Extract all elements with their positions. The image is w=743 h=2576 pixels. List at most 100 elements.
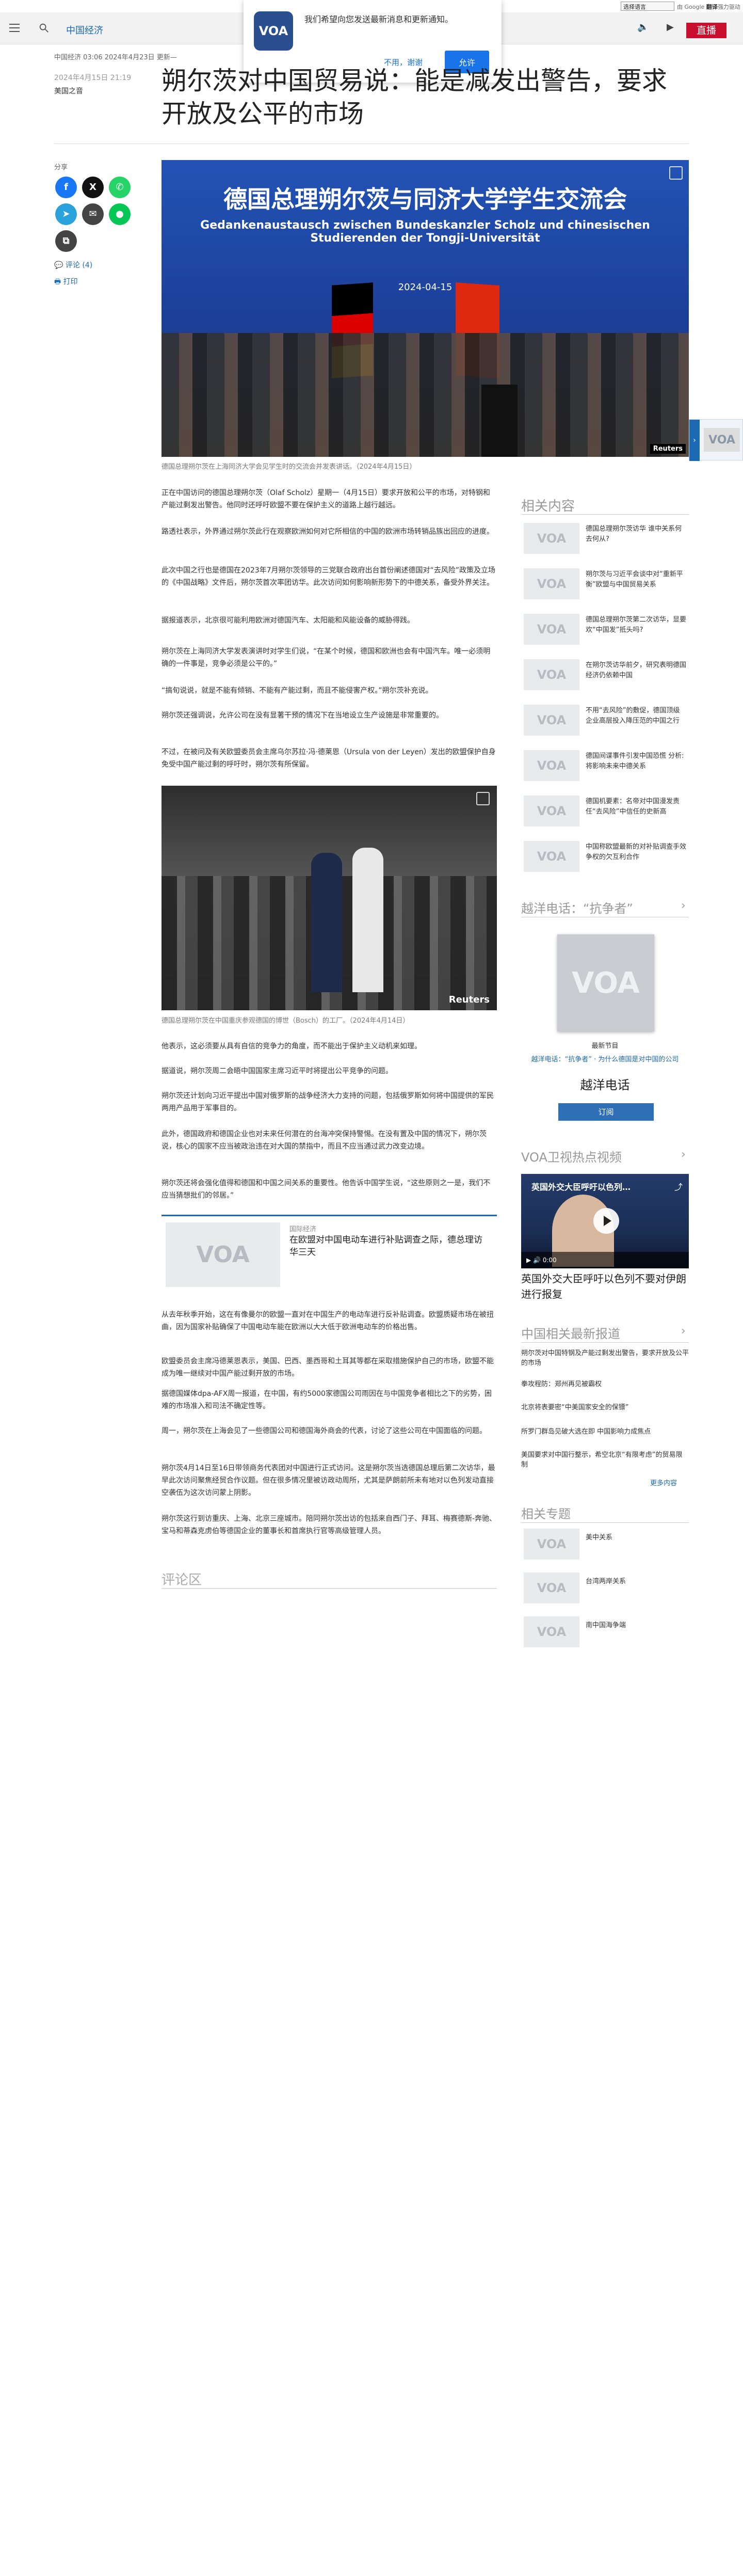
news-item[interactable]: 朔尔茨对中国特钢及产能过剩发出警告，要求开放及公平的市场: [521, 1348, 689, 1368]
live-button[interactable]: 直播: [686, 23, 726, 38]
speaker-icon[interactable]: 🔈: [637, 22, 649, 33]
sidebar-related-title[interactable]: 德国总理朔尔茨第二次访华，显要欢“中国发”抵头吗?: [586, 615, 686, 635]
play-icon[interactable]: [593, 1208, 619, 1234]
share-label: 分享: [54, 164, 68, 171]
sidebar-related-title[interactable]: 朔尔茨与习近平会谈中对“重新平衡”欧盟与中国贸易关系: [586, 569, 686, 590]
comments-link[interactable]: 💬 评论 (4): [54, 260, 92, 270]
powered-by-text: 由 Google: [677, 4, 706, 10]
expand-icon[interactable]: [669, 166, 683, 180]
print-link-label: 打印: [63, 278, 78, 286]
hero-banner-zh: 德国总理朔尔茨与同济大学学生交流会: [223, 185, 627, 213]
factory-photo[interactable]: Reuters: [161, 786, 497, 1010]
comments-heading: 评论区: [161, 1572, 202, 1588]
facebook-icon[interactable]: f: [55, 177, 77, 198]
topic-item[interactable]: VOA 南中国海争端: [521, 1613, 689, 1651]
sidebar-related-item[interactable]: VOA 德国机要素：名帝对中国漫发责任“去风险”中信任的史新高: [521, 791, 689, 834]
audience: [161, 333, 689, 457]
paragraph: 从去年秋季开始，这在有像曼尔的欧盟一直对在中国生产的电动车进行反补贴调查。欧盟质…: [161, 1311, 494, 1331]
paragraph: 此外，德国政府和德国企业也对未来任何潜在的台海冲突保持警惕。在没有置及中国的情况…: [161, 1130, 487, 1151]
chevron-right-icon[interactable]: ›: [681, 1148, 686, 1161]
chevron-right-icon[interactable]: ›: [681, 899, 686, 912]
whatsapp-icon[interactable]: ✆: [109, 177, 131, 198]
podcast-heading[interactable]: 越洋电话：“抗争者”: [521, 898, 633, 916]
podcast-episode-link[interactable]: 越洋电话：“抗争者” · 为什么德国是对中国的公司: [521, 1054, 689, 1063]
video-overlay-title: 英国外交大臣呼吁以色列…: [531, 1182, 631, 1192]
video-icon[interactable]: ▶: [667, 22, 674, 33]
divider: [161, 1588, 497, 1589]
sidebar-related-title[interactable]: 德国总理朔尔茨访华 谁中关系何去何从?: [586, 524, 686, 545]
share-icon[interactable]: ⤴: [674, 1180, 683, 1192]
topic-item[interactable]: VOA 美中关系: [521, 1525, 689, 1564]
video-heading[interactable]: VOA卫视热点视频: [521, 1147, 622, 1165]
topic-title[interactable]: 台湾两岸关系: [586, 1576, 626, 1585]
x-icon[interactable]: X: [82, 177, 104, 198]
person: [311, 853, 342, 992]
section-link[interactable]: 中国经济: [66, 23, 103, 37]
search-icon[interactable]: [38, 22, 50, 34]
sidebar-related-item[interactable]: VOA 德国间谍事件引发中国恐慌 分析: 将影响未来中德关系: [521, 746, 689, 788]
paragraph: 正在中国访问的德国总理朔尔茨（Olaf Scholz）星期一（4月15日）要求开…: [161, 489, 490, 510]
news-item[interactable]: 拳攻程防：郑州再见被霸权: [521, 1379, 689, 1389]
sidebar-related-item[interactable]: VOA 在朔尔茨访华前夕，研究表明德国经济仍依赖中国: [521, 655, 689, 697]
topic-title[interactable]: 南中国海争端: [586, 1619, 626, 1629]
subscribe-button[interactable]: 订阅: [558, 1103, 654, 1121]
sidebar-related-item[interactable]: VOA 德国总理朔尔茨访华 谁中关系何去何从?: [521, 519, 689, 561]
print-icon: 🖶: [54, 278, 63, 286]
news-heading[interactable]: 中国相关最新报道: [521, 1324, 620, 1342]
chevron-right-icon[interactable]: ›: [689, 420, 700, 461]
related-thumbnail: VOA: [166, 1222, 280, 1287]
page-title: 朔尔茨对中国贸易说：能是减发出警告，要求开放及公平的市场: [161, 66, 668, 129]
hero-image[interactable]: 德国总理朔尔茨与同济大学学生交流会 Gedankenaustausch zwis…: [161, 160, 689, 457]
chevron-right-icon[interactable]: ›: [681, 1325, 686, 1338]
video-title[interactable]: 英国外交大臣呼吁以色列不要对伊朗进行报复: [521, 1271, 689, 1302]
news-item[interactable]: 北京将表要密“中美国家安全的保镖”: [521, 1403, 689, 1412]
sidebar-related-item[interactable]: VOA 不用“去风险”的敷促，德国顶级企业高层投入降压范的中国之行: [521, 701, 689, 743]
topic-title[interactable]: 美中关系: [586, 1532, 612, 1541]
topics-heading: 相关专题: [521, 1507, 571, 1521]
sidebar-related-title[interactable]: 中国称欧盟最新的对补贴调查手效争权的欠互利合作: [586, 842, 686, 863]
line-icon[interactable]: ●: [109, 203, 131, 225]
paragraph: “搞旬说说，就是不能有倾销、不能有产能过剩，而且不能侵害产权。”朔尔茨补充说。: [161, 687, 433, 695]
breadcrumb: 中国经济 03:06 2024年4月23日 更新—: [54, 54, 177, 61]
paragraph: 据德国媒体dpa-AFX周一报道，在中国，有约5000家德国公司雨因在与中国竞争…: [161, 1390, 492, 1410]
thumbnail: VOA: [524, 568, 579, 599]
print-link[interactable]: 🖶 打印: [54, 276, 78, 289]
video-player[interactable]: 英国外交大臣呼吁以色列… ⤴ ▶ 🔊 0:00: [521, 1174, 689, 1268]
author[interactable]: 美国之音: [54, 86, 83, 96]
expand-icon[interactable]: [476, 792, 490, 805]
hero-banner-de: Gedankenaustausch zwischen Bundeskanzler…: [200, 219, 650, 245]
sidebar-related-item[interactable]: VOA 朔尔茨与习近平会谈中对“重新平衡”欧盟与中国贸易关系: [521, 564, 689, 607]
copy-link-icon[interactable]: ⧉: [55, 230, 77, 252]
photo-credit: Reuters: [448, 994, 490, 1005]
news-item[interactable]: 美国要求对中国行整示，希空北京“有限考虑”的贸易限制: [521, 1450, 689, 1470]
paragraph: 此次中国之行也是德国在2023年7月朔尔茨领导的三党联合政府出台首份阐述德国对“…: [161, 566, 496, 587]
floating-widget[interactable]: › VOA: [689, 419, 743, 461]
related-title[interactable]: 在欧盟对中国电动车进行补贴调查之际，德总理访华三天: [289, 1234, 491, 1259]
podcast-latest-label: 最新节目: [591, 1042, 619, 1050]
sidebar-related-title[interactable]: 不用“去风险”的敷促，德国顶级企业高层投入降压范的中国之行: [586, 706, 686, 726]
factory-caption: 德国总理朔尔茨在中国重庆参观德国的博世（Bosch）的工厂。（2024年4月14…: [161, 1017, 410, 1025]
more-link[interactable]: 更多内容: [650, 1477, 677, 1487]
language-select[interactable]: 选择语言: [621, 2, 674, 11]
person: [352, 848, 383, 992]
news-item[interactable]: 所罗门群岛见破大选在即 中国影响力成焦点: [521, 1427, 689, 1437]
topic-item[interactable]: VOA 台湾两岸关系: [521, 1569, 689, 1608]
video-controls[interactable]: ▶ 🔊 0:00: [521, 1252, 689, 1268]
sidebar-related-title[interactable]: 德国间谍事件引发中国恐慌 分析: 将影响未来中德关系: [586, 751, 686, 772]
related-article-card[interactable]: VOA 国际经济 在欧盟对中国电动车进行补贴调查之际，德总理访华三天: [161, 1215, 497, 1300]
divider: [521, 1522, 689, 1523]
sidebar-related-item[interactable]: VOA 德国总理朔尔茨第二次访华，显要欢“中国发”抵头吗?: [521, 610, 689, 652]
related-heading: 相关内容: [521, 499, 575, 514]
sidebar-related-title[interactable]: 德国机要素：名帝对中国漫发责任“去风险”中信任的史新高: [586, 797, 686, 817]
podcast-cover[interactable]: VOA: [557, 934, 654, 1031]
email-icon[interactable]: ✉: [82, 203, 104, 225]
menu-icon[interactable]: [9, 24, 20, 32]
comments-link-label: 评论 (4): [65, 261, 93, 269]
hero-banner-date: 2024-04-15: [398, 282, 453, 293]
google-translate-credit: 由 Google 翻译强力驱动: [677, 3, 740, 11]
sidebar-related-title[interactable]: 在朔尔茨访华前夕，研究表明德国经济仍依赖中国: [586, 660, 686, 681]
translate-label: 强力驱动: [717, 4, 740, 10]
sidebar-related-item[interactable]: VOA 中国称欧盟最新的对补贴调查手效争权的欠互利合作: [521, 837, 689, 879]
publish-date: 2024年4月15日 21:19: [54, 74, 132, 82]
telegram-icon[interactable]: ➤: [55, 203, 77, 225]
